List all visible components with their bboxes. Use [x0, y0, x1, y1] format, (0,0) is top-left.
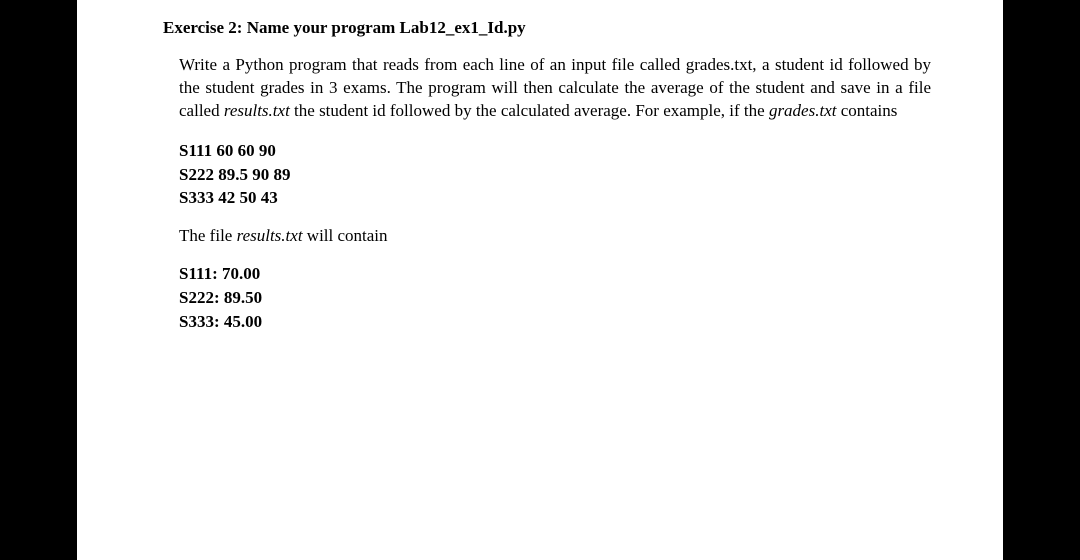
caption-text-1: The file: [179, 226, 237, 245]
grades-line: S111 60 60 90: [179, 139, 931, 163]
filename-results-italic: results.txt: [224, 101, 290, 120]
results-line: S111: 70.00: [179, 262, 931, 286]
description-text-2: the student id followed by the calculate…: [290, 101, 769, 120]
results-line: S333: 45.00: [179, 310, 931, 334]
grades-line: S333 42 50 43: [179, 186, 931, 210]
grades-line: S222 89.5 90 89: [179, 163, 931, 187]
results-output-block: S111: 70.00 S222: 89.50 S333: 45.00: [179, 262, 931, 333]
grades-input-block: S111 60 60 90 S222 89.5 90 89 S333 42 50…: [179, 139, 931, 210]
results-caption: The file results.txt will contain: [179, 226, 931, 246]
exercise-description: Write a Python program that reads from e…: [179, 54, 931, 123]
document-page: Exercise 2: Name your program Lab12_ex1_…: [77, 0, 1003, 560]
filename-results-italic-2: results.txt: [237, 226, 303, 245]
filename-grades-italic: grades.txt: [769, 101, 837, 120]
exercise-heading: Exercise 2: Name your program Lab12_ex1_…: [163, 18, 931, 38]
results-line: S222: 89.50: [179, 286, 931, 310]
exercise-content: Write a Python program that reads from e…: [179, 54, 931, 334]
caption-text-2: will contain: [303, 226, 388, 245]
description-text-3: contains: [836, 101, 897, 120]
